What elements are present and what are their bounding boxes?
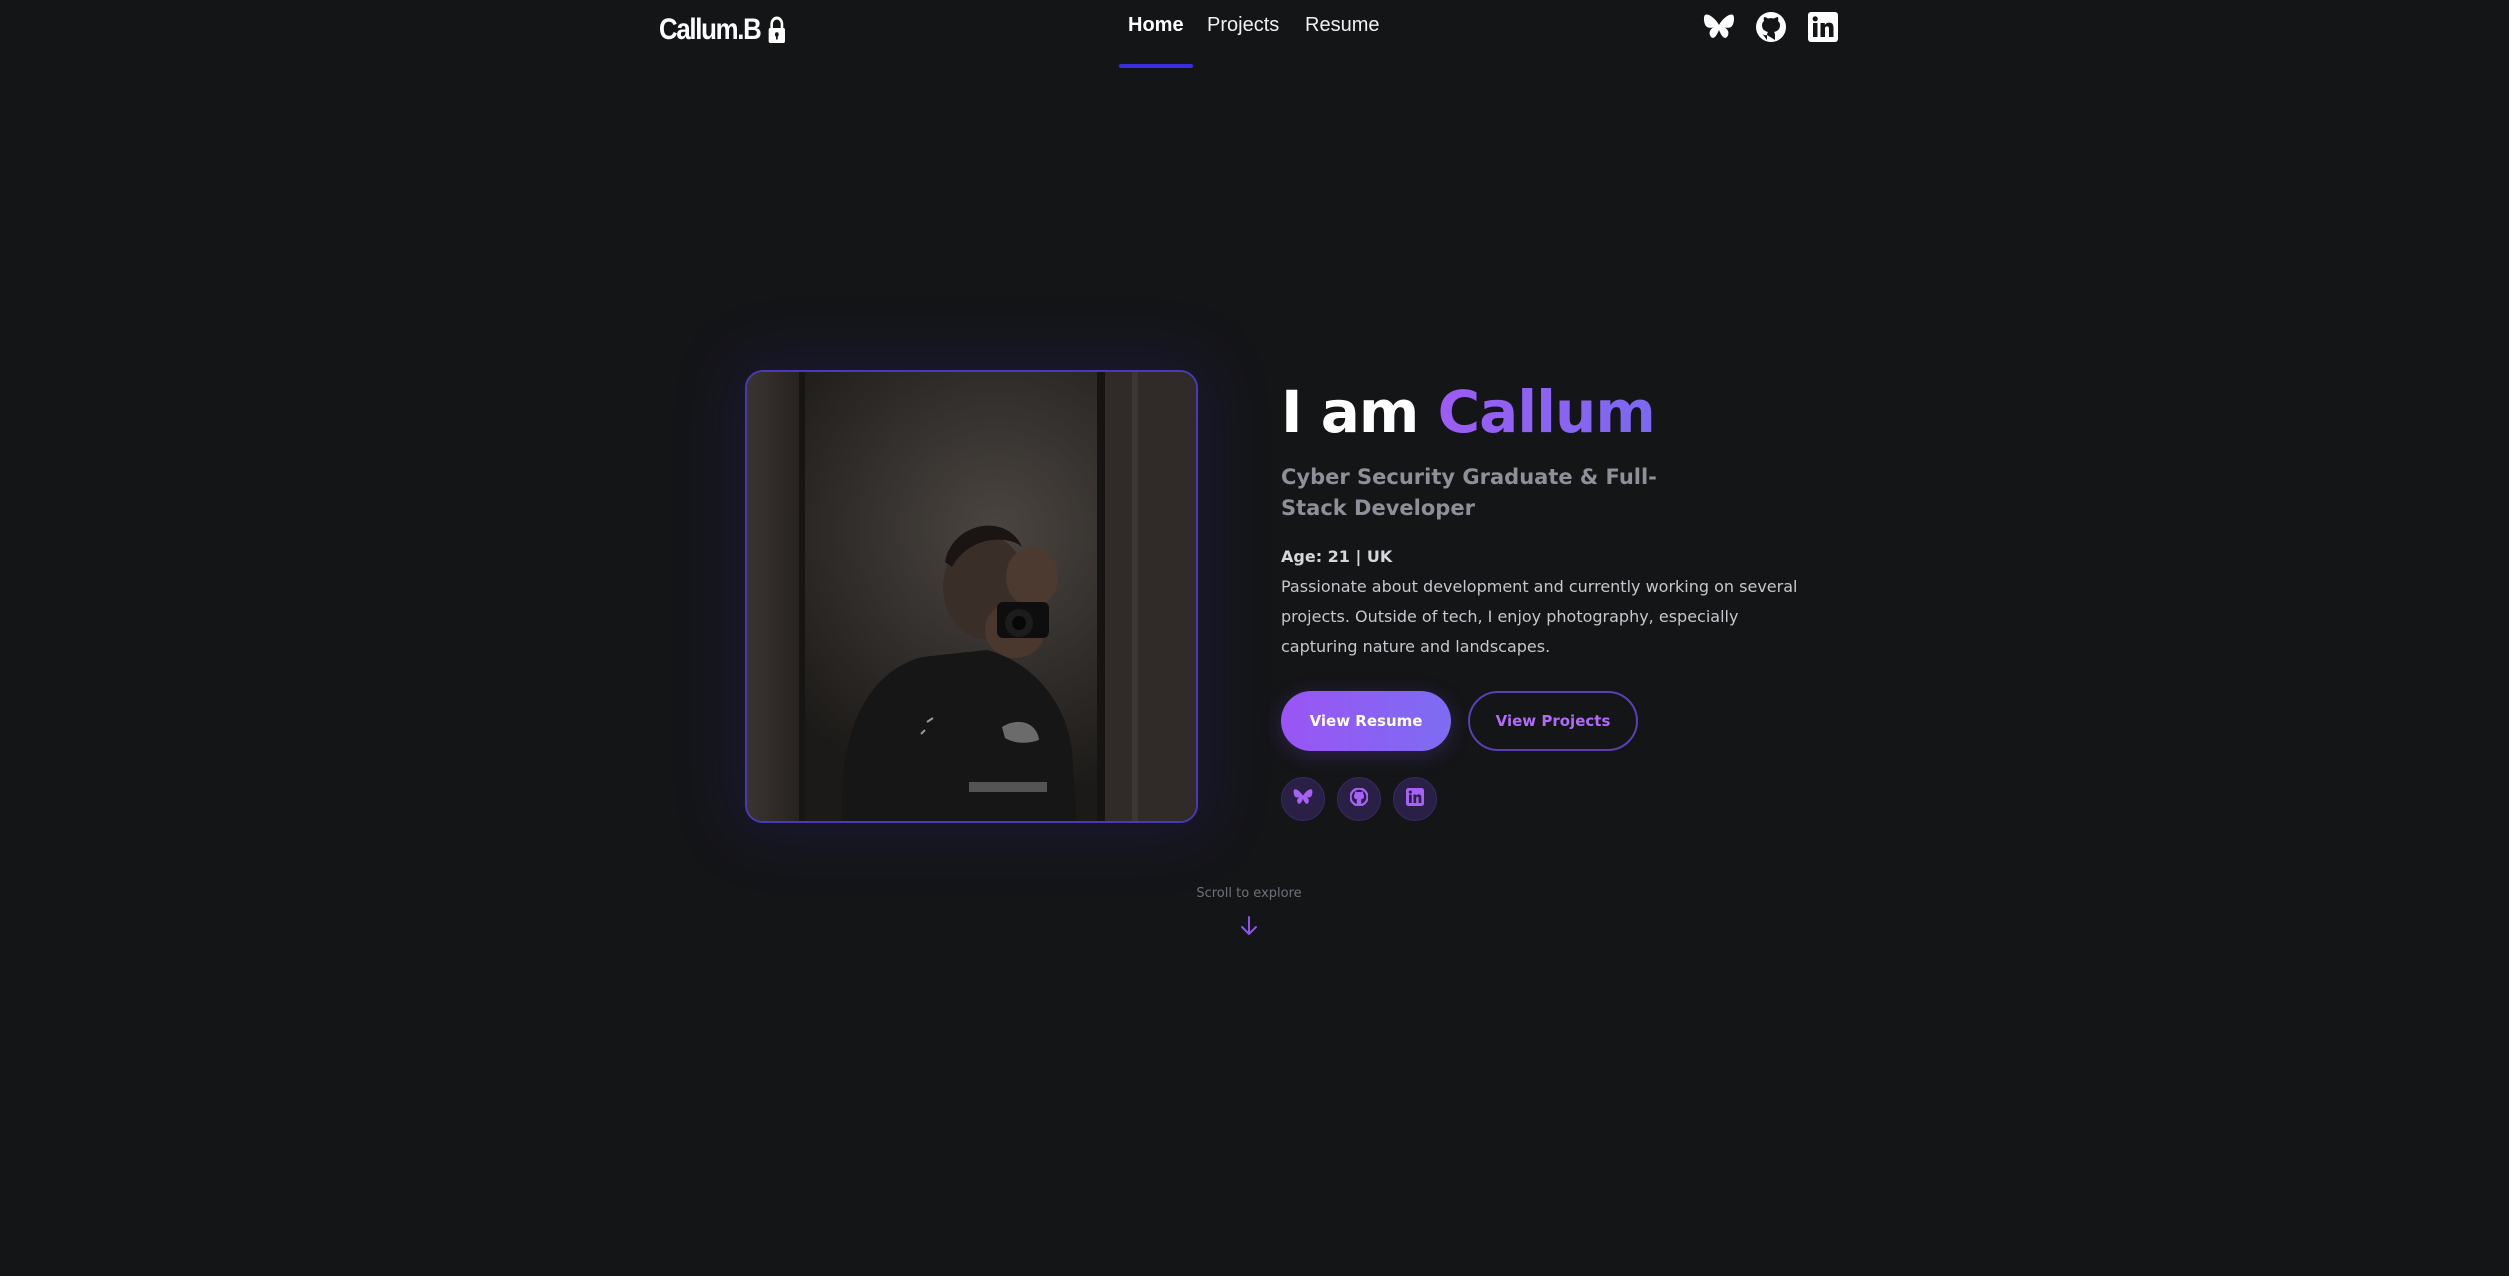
nav-links: Home Projects Resume bbox=[0, 14, 2509, 58]
nav-link-resume[interactable]: Resume bbox=[1305, 14, 1379, 37]
hero-butterfly-link[interactable] bbox=[1281, 777, 1325, 821]
butterfly-icon bbox=[1293, 788, 1313, 810]
hero-github-link[interactable] bbox=[1337, 777, 1381, 821]
headline: I am Callum bbox=[1281, 378, 1656, 446]
nav-link-projects[interactable]: Projects bbox=[1207, 14, 1279, 37]
scroll-hint: Scroll to explore bbox=[1196, 886, 1302, 901]
top-nav: Callum.B Home Projects Resume bbox=[0, 0, 2509, 72]
headline-greeting: I am bbox=[1281, 378, 1419, 446]
nav-butterfly-link[interactable] bbox=[1702, 12, 1736, 46]
linkedin-icon bbox=[1808, 12, 1838, 46]
headline-name: Callum bbox=[1437, 378, 1656, 446]
github-icon bbox=[1755, 11, 1787, 47]
view-resume-button[interactable]: View Resume bbox=[1281, 691, 1451, 751]
hero-linkedin-link[interactable] bbox=[1393, 777, 1437, 821]
view-projects-button[interactable]: View Projects bbox=[1468, 691, 1638, 751]
arrow-down-icon[interactable] bbox=[1239, 915, 1259, 937]
github-icon bbox=[1349, 787, 1369, 810]
profile-photo bbox=[745, 370, 1198, 823]
nav-github-link[interactable] bbox=[1754, 12, 1788, 46]
hero-bio: Passionate about development and current… bbox=[1281, 577, 1798, 656]
active-nav-indicator bbox=[1119, 64, 1193, 68]
linkedin-icon bbox=[1406, 788, 1424, 810]
butterfly-icon bbox=[1703, 13, 1735, 45]
nav-linkedin-link[interactable] bbox=[1806, 12, 1840, 46]
age-location: Age: 21 | UK bbox=[1281, 547, 1393, 566]
hero-subtitle: Cyber Security Graduate & Full-Stack Dev… bbox=[1281, 465, 1657, 520]
nav-link-home[interactable]: Home bbox=[1128, 14, 1184, 37]
